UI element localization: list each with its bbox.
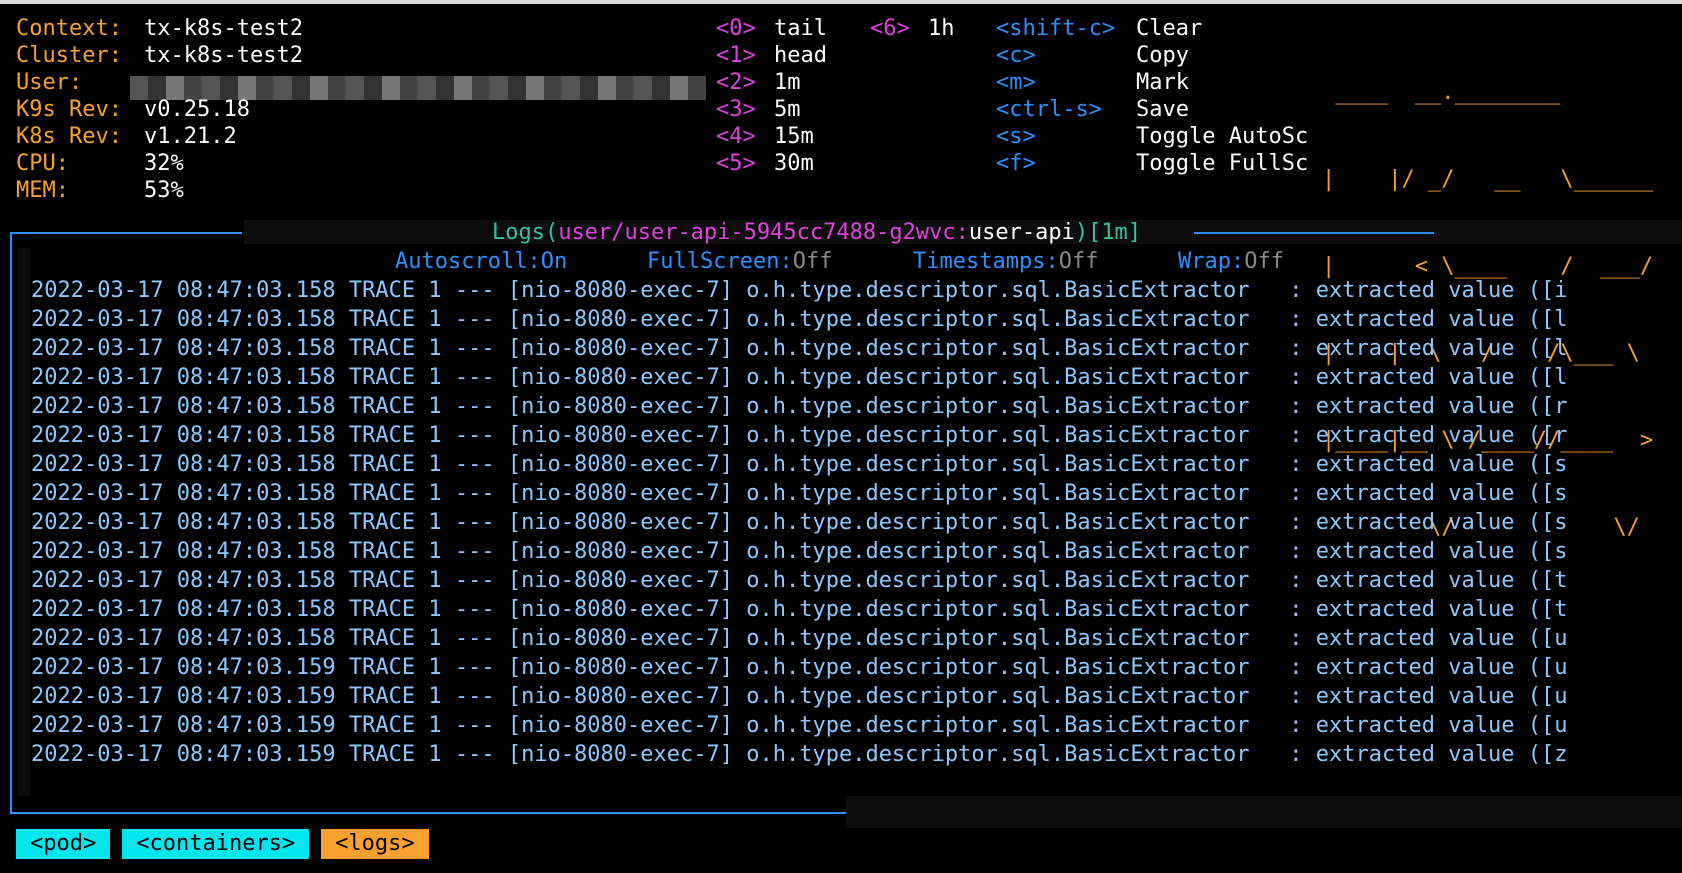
breadcrumb-containers[interactable]: <containers> (122, 829, 310, 859)
log-line: 2022-03-17 08:47:03.158 TRACE 1 --- [nio… (31, 510, 1568, 535)
hotkey-save[interactable]: <ctrl-s> Save (996, 95, 1189, 124)
footer-band (846, 796, 1682, 828)
hotkey-head[interactable]: <1> head (716, 41, 827, 70)
info-row-mem: MEM: 53% (16, 176, 184, 205)
info-row-context: Context: tx-k8s-test2 (16, 14, 303, 43)
status-wrap: Wrap:Off (1178, 249, 1284, 274)
info-value: tx-k8s-test2 (144, 16, 303, 41)
info-row-k8s-rev: K8s Rev: v1.21.2 (16, 122, 237, 151)
log-gutter (18, 248, 30, 796)
log-line: 2022-03-17 08:47:03.158 TRACE 1 --- [nio… (31, 336, 1568, 361)
hotkey-toggle-fullscreen[interactable]: <f> Toggle FullSc (996, 149, 1308, 178)
info-row-user: User: (16, 68, 82, 97)
log-line: 2022-03-17 08:47:03.159 TRACE 1 --- [nio… (31, 713, 1568, 738)
log-line: 2022-03-17 08:47:03.159 TRACE 1 --- [nio… (31, 684, 1568, 709)
hotkey-clear[interactable]: <shift-c> Clear (996, 14, 1202, 43)
log-line: 2022-03-17 08:47:03.159 TRACE 1 --- [nio… (31, 742, 1568, 767)
hotkey-copy[interactable]: <c> Copy (996, 41, 1189, 70)
info-value: v1.21.2 (144, 124, 237, 149)
info-value: 53% (144, 178, 184, 203)
hotkey-5m[interactable]: <3> 5m (716, 95, 801, 124)
frame-top-left (10, 232, 242, 234)
log-line: 2022-03-17 08:47:03.158 TRACE 1 --- [nio… (31, 365, 1568, 390)
info-value: tx-k8s-test2 (144, 43, 303, 68)
info-row-k9s-rev: K9s Rev: v0.25.18 (16, 95, 250, 124)
hotkey-15m[interactable]: <4> 15m (716, 122, 814, 151)
breadcrumb-pod[interactable]: <pod> (16, 829, 111, 859)
log-line: 2022-03-17 08:47:03.158 TRACE 1 --- [nio… (31, 423, 1568, 448)
log-line: 2022-03-17 08:47:03.158 TRACE 1 --- [nio… (31, 452, 1568, 477)
log-output[interactable]: 2022-03-17 08:47:03.158 TRACE 1 --- [nio… (31, 276, 1567, 769)
breadcrumb: <pod> <containers> <logs> (16, 829, 429, 859)
info-value: 32% (144, 151, 184, 176)
log-line: 2022-03-17 08:47:03.158 TRACE 1 --- [nio… (31, 539, 1568, 564)
info-key: Cluster: (16, 43, 122, 68)
log-line: 2022-03-17 08:47:03.158 TRACE 1 --- [nio… (31, 597, 1568, 622)
status-timestamps: Timestamps:Off (913, 249, 1099, 274)
status-autoscroll: Autoscroll:On (395, 249, 568, 274)
breadcrumb-logs[interactable]: <logs> (321, 829, 429, 859)
info-row-cluster: Cluster: tx-k8s-test2 (16, 41, 303, 70)
hotkey-toggle-autoscroll[interactable]: <s> Toggle AutoSc (996, 122, 1308, 151)
info-row-cpu: CPU: 32% (16, 149, 184, 178)
log-line: 2022-03-17 08:47:03.158 TRACE 1 --- [nio… (31, 626, 1568, 651)
log-line: 2022-03-17 08:47:03.158 TRACE 1 --- [nio… (31, 481, 1568, 506)
status-fullscreen: FullScreen:Off (647, 249, 833, 274)
info-value: v0.25.18 (144, 97, 250, 122)
hotkey-1m[interactable]: <2> 1m (716, 68, 801, 97)
log-line: 2022-03-17 08:47:03.159 TRACE 1 --- [nio… (31, 655, 1568, 680)
info-key: K9s Rev: (16, 97, 122, 122)
window-top-edge (0, 0, 1682, 4)
logs-panel-title: Logs(user/user-api-5945cc7488-g2wvc:user… (492, 220, 1142, 245)
log-line: 2022-03-17 08:47:03.158 TRACE 1 --- [nio… (31, 307, 1568, 332)
hotkey-mark[interactable]: <m> Mark (996, 68, 1189, 97)
info-key: K8s Rev: (16, 124, 122, 149)
log-line: 2022-03-17 08:47:03.158 TRACE 1 --- [nio… (31, 394, 1568, 419)
hotkey-1h[interactable]: <6> 1h (870, 14, 955, 43)
log-line: 2022-03-17 08:47:03.158 TRACE 1 --- [nio… (31, 278, 1568, 303)
frame-top-right (1194, 232, 1434, 234)
info-key: MEM: (16, 178, 69, 203)
hotkey-30m[interactable]: <5> 30m (716, 149, 814, 178)
info-key: User: (16, 70, 83, 95)
hotkey-tail[interactable]: <0> tail (716, 14, 827, 43)
log-line: 2022-03-17 08:47:03.158 TRACE 1 --- [nio… (31, 568, 1568, 593)
info-key: CPU: (16, 151, 69, 176)
info-key: Context: (16, 16, 122, 41)
